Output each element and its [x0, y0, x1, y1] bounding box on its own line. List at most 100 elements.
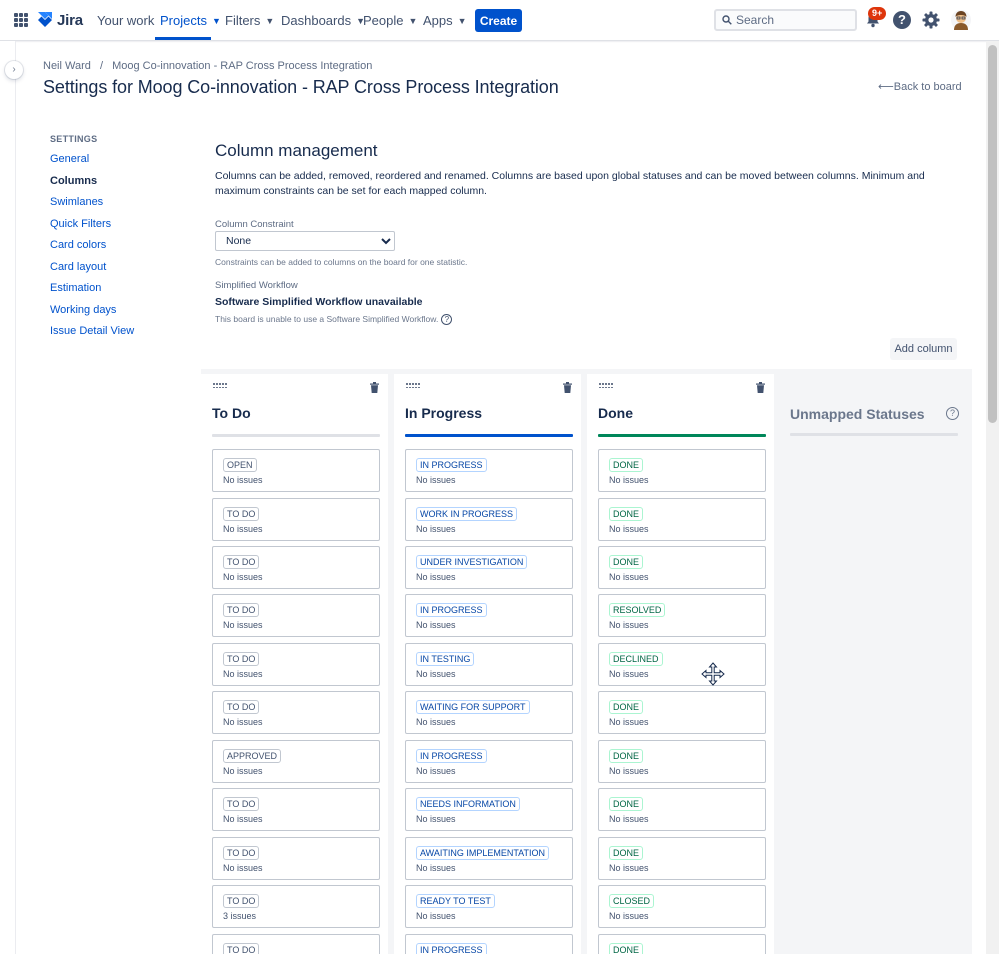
status-card[interactable]: CLOSED No issues	[598, 885, 766, 928]
status-lozenge: DONE	[609, 846, 644, 860]
status-card[interactable]: NEEDS INFORMATION No issues	[405, 788, 573, 831]
issue-count: No issues	[223, 524, 263, 534]
jira-logo[interactable]: Jira	[37, 11, 83, 29]
trash-icon[interactable]	[756, 382, 765, 393]
status-card[interactable]: IN TESTING No issues	[405, 643, 573, 686]
status-lozenge: DONE	[609, 797, 644, 811]
drag-handle-icon[interactable]	[213, 383, 227, 389]
status-card[interactable]: DONE No issues	[598, 788, 766, 831]
search-box[interactable]	[714, 9, 857, 31]
settings-item-card-colors[interactable]: Card colors	[50, 239, 106, 251]
nav-dashboards[interactable]: Dashboards ▼	[281, 13, 365, 28]
settings-item-columns[interactable]: Columns	[50, 175, 97, 187]
status-card[interactable]: DONE No issues	[598, 837, 766, 880]
issue-count: No issues	[223, 863, 263, 873]
breadcrumb-item[interactable]: Neil Ward	[43, 60, 91, 72]
nav-projects[interactable]: Projects ▼	[160, 13, 221, 28]
status-card[interactable]: DONE	[598, 934, 766, 954]
chevron-down-icon: ▼	[408, 15, 418, 26]
board-column[interactable]: Done DONE No issues DONE No issues DONE No iss…	[587, 374, 774, 954]
trash-icon[interactable]	[563, 382, 572, 393]
status-card[interactable]: WORK IN PROGRESS No issues	[405, 498, 573, 541]
settings-heading: SETTINGS	[50, 134, 98, 144]
status-card[interactable]: IN PROGRESS No issues	[405, 740, 573, 783]
gear-icon[interactable]	[921, 10, 941, 30]
issue-count: No issues	[609, 669, 649, 679]
page-title: Settings for Moog Co-innovation - RAP Cr…	[43, 77, 559, 97]
nav-apps[interactable]: Apps ▼	[423, 13, 467, 28]
search-icon	[722, 15, 732, 25]
status-card[interactable]: DONE No issues	[598, 449, 766, 492]
add-column-button[interactable]: Add column	[890, 338, 957, 360]
back-to-board-link[interactable]: ⟵Back to board	[878, 80, 962, 93]
settings-item-issue-detail-view[interactable]: Issue Detail View	[50, 325, 134, 337]
status-card[interactable]: TO DO No issues	[212, 643, 380, 686]
column-title[interactable]: In Progress	[405, 405, 482, 421]
issue-count: No issues	[416, 524, 456, 534]
status-card[interactable]: IN PROGRESS	[405, 934, 573, 954]
page-scrollbar[interactable]	[986, 41, 999, 954]
user-avatar[interactable]	[951, 9, 971, 31]
status-card[interactable]: DONE No issues	[598, 691, 766, 734]
status-card[interactable]: TO DO 3 issues	[212, 885, 380, 928]
board-column[interactable]: In Progress IN PROGRESS No issues WORK IN P…	[394, 374, 581, 954]
status-card[interactable]: OPEN No issues	[212, 449, 380, 492]
status-card[interactable]: TO DO No issues	[212, 691, 380, 734]
status-card[interactable]: DONE No issues	[598, 498, 766, 541]
column-constraint-select[interactable]: None	[215, 231, 395, 251]
help-icon[interactable]: ?	[441, 314, 453, 326]
chevron-down-icon: ▼	[211, 15, 221, 26]
status-card[interactable]: IN PROGRESS No issues	[405, 449, 573, 492]
issue-count: No issues	[223, 766, 263, 776]
status-lozenge: WORK IN PROGRESS	[416, 507, 518, 521]
settings-item-estimation[interactable]: Estimation	[50, 282, 101, 294]
settings-item-general[interactable]: General	[50, 153, 89, 165]
column-title[interactable]: To Do	[212, 405, 251, 421]
create-button[interactable]: Create	[475, 9, 522, 32]
help-icon[interactable]: ?	[946, 407, 959, 420]
workflow-help-text: This board is unable to use a Software S…	[215, 314, 453, 326]
drag-handle-icon[interactable]	[599, 383, 613, 389]
status-card[interactable]: TO DO No issues	[212, 546, 380, 589]
expand-sidebar-icon[interactable]: ›	[5, 61, 23, 79]
status-card[interactable]: READY TO TEST No issues	[405, 885, 573, 928]
status-card[interactable]: WAITING FOR SUPPORT No issues	[405, 691, 573, 734]
board-column[interactable]: To Do OPEN No issues TO DO No issues TO DO No …	[201, 374, 388, 954]
help-icon[interactable]: ?	[893, 11, 911, 29]
app-switcher-icon[interactable]	[14, 13, 28, 27]
drag-handle-icon[interactable]	[406, 383, 420, 389]
trash-icon[interactable]	[370, 382, 379, 393]
nav-filters[interactable]: Filters ▼	[225, 13, 274, 28]
status-card[interactable]: TO DO No issues	[212, 788, 380, 831]
nav-your-work[interactable]: Your work	[97, 13, 154, 28]
status-card[interactable]: IN PROGRESS No issues	[405, 594, 573, 637]
issue-count: No issues	[223, 814, 263, 824]
status-card[interactable]: TO DO No issues	[212, 594, 380, 637]
status-lozenge: IN PROGRESS	[416, 458, 487, 472]
nav-item-label: Projects	[160, 13, 207, 28]
scrollbar-thumb[interactable]	[988, 45, 997, 423]
status-card[interactable]: DONE No issues	[598, 546, 766, 589]
status-card[interactable]: RESOLVED No issues	[598, 594, 766, 637]
settings-item-card-layout[interactable]: Card layout	[50, 261, 106, 273]
settings-item-swimlanes[interactable]: Swimlanes	[50, 196, 103, 208]
column-title[interactable]: Done	[598, 405, 633, 421]
status-card[interactable]: DECLINED No issues	[598, 643, 766, 686]
settings-item-quick-filters[interactable]: Quick Filters	[50, 218, 111, 230]
status-card[interactable]: TO DO No issues	[212, 837, 380, 880]
nav-people[interactable]: People ▼	[363, 13, 417, 28]
status-lozenge: DONE	[609, 458, 644, 472]
status-card[interactable]: AWAITING IMPLEMENTATION No issues	[405, 837, 573, 880]
breadcrumb-item[interactable]: Moog Co-innovation - RAP Cross Process I…	[112, 60, 372, 72]
unmapped-column-rule	[790, 433, 958, 436]
status-card[interactable]: TO DO No issues	[212, 498, 380, 541]
move-cursor-icon	[701, 662, 725, 686]
status-card[interactable]: TO DO	[212, 934, 380, 954]
status-card[interactable]: UNDER INVESTIGATION No issues	[405, 546, 573, 589]
status-card[interactable]: APPROVED No issues	[212, 740, 380, 783]
status-lozenge: WAITING FOR SUPPORT	[416, 700, 530, 714]
search-input[interactable]	[736, 12, 851, 28]
issue-count: No issues	[609, 863, 649, 873]
status-card[interactable]: DONE No issues	[598, 740, 766, 783]
settings-item-working-days[interactable]: Working days	[50, 304, 116, 316]
